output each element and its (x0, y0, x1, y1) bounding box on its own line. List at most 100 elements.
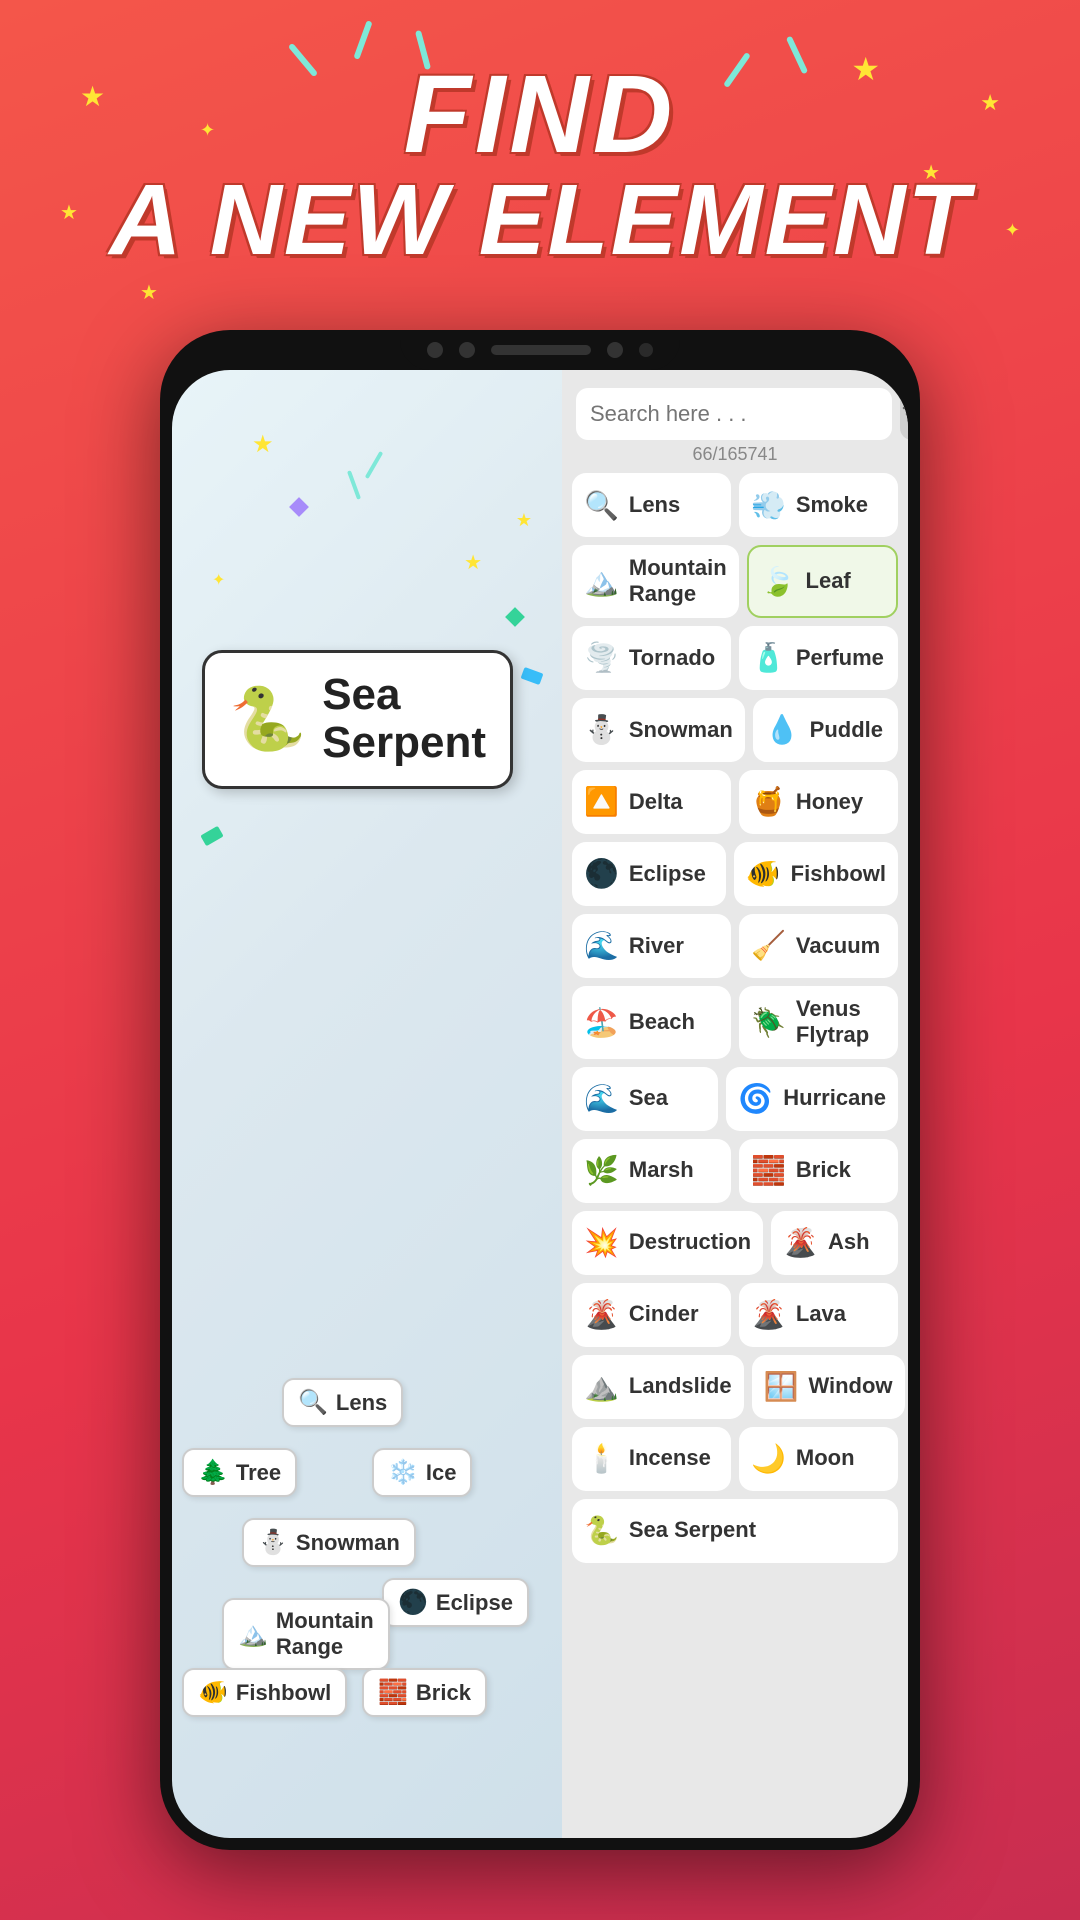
search-bar (576, 388, 894, 440)
panel-star: ★ (464, 550, 482, 575)
elem-name: River (629, 933, 684, 959)
node-snowman[interactable]: ⛄ Snowman (242, 1518, 416, 1567)
element-row: 🌿Marsh🧱Brick (572, 1139, 898, 1203)
elem-name: Mountain Range (629, 555, 727, 608)
element-item[interactable]: 🔼Delta (572, 770, 731, 834)
node-snowman-label: Snowman (296, 1530, 400, 1556)
elem-emoji: 🌋 (584, 1298, 619, 1331)
elem-name: Landslide (629, 1373, 732, 1399)
node-mountain-label: MountainRange (276, 1608, 374, 1660)
panel-star: ★ (252, 430, 274, 459)
element-item[interactable]: 🔍Lens (572, 473, 731, 537)
node-fishbowl-label: Fishbowl (236, 1680, 331, 1706)
game-area: ★ ★ ✦ ★ 🐍 SeaSerpent 🔍 Lens (172, 370, 562, 1838)
eclipse-icon: 🌑 (398, 1588, 428, 1617)
elem-emoji: 🍃 (761, 565, 796, 598)
elem-name: Window (808, 1373, 892, 1399)
elem-emoji: 💨 (751, 489, 786, 522)
ice-icon: ❄️ (388, 1458, 418, 1487)
node-lens[interactable]: 🔍 Lens (282, 1378, 403, 1427)
element-item[interactable]: 💧 Puddle (753, 698, 898, 762)
elem-emoji: 🕯️ (584, 1442, 619, 1475)
element-item[interactable]: 🌊Sea (572, 1067, 718, 1131)
element-item[interactable]: 🍯Honey (739, 770, 898, 834)
element-item[interactable]: 🌿Marsh (572, 1139, 731, 1203)
element-row: ⛰️Landslide 🪟 Window (572, 1355, 898, 1419)
panel-star: ✦ (212, 570, 225, 590)
node-mountain-range[interactable]: 🏔️ MountainRange (222, 1598, 390, 1670)
node-brick[interactable]: 🧱 Brick (362, 1668, 487, 1717)
element-item[interactable]: 🌋Lava (739, 1283, 898, 1347)
elem-name: Cinder (629, 1301, 699, 1327)
search-input[interactable] (576, 388, 892, 440)
elem-name: Hurricane (783, 1085, 886, 1111)
node-tree[interactable]: 🌲 Tree (182, 1448, 297, 1497)
element-item[interactable]: 🕯️Incense (572, 1427, 731, 1491)
element-item[interactable]: 🧱Brick (739, 1139, 898, 1203)
node-fishbowl[interactable]: 🐠 Fishbowl (182, 1668, 347, 1717)
element-item[interactable]: ⛰️Landslide (572, 1355, 744, 1419)
elem-emoji: 🧱 (751, 1154, 786, 1187)
fishbowl-icon: 🐠 (198, 1678, 228, 1707)
elements-list[interactable]: 🔍Lens💨Smoke🏔️Mountain Range🍃Leaf🌪️Tornad… (562, 473, 908, 1838)
gem-deco (289, 497, 309, 517)
elem-name: Moon (796, 1445, 855, 1471)
elem-emoji: 🐍 (584, 1514, 619, 1547)
elem-emoji: 🌀 (738, 1082, 773, 1115)
elem-emoji: 💧 (765, 713, 800, 746)
node-ice-label: Ice (426, 1460, 457, 1486)
element-item[interactable]: 🧹Vacuum (739, 914, 898, 978)
node-eclipse[interactable]: 🌑 Eclipse (382, 1578, 529, 1627)
elem-emoji: 🧴 (751, 641, 786, 674)
elem-name: Puddle (810, 717, 883, 743)
elem-name: Sea Serpent (629, 1517, 756, 1543)
element-item[interactable]: 🌑Eclipse (572, 842, 726, 906)
elem-name: Snowman (629, 717, 733, 743)
element-item[interactable]: 🐠Fishbowl (734, 842, 898, 906)
filter-button[interactable] (900, 388, 908, 440)
element-item[interactable]: 🏔️Mountain Range (572, 545, 739, 618)
element-item[interactable]: 🌋 Cinder (572, 1283, 731, 1347)
discovery-popup: 🐍 SeaSerpent (202, 650, 513, 789)
element-item[interactable]: 🍃Leaf (747, 545, 898, 618)
spark-deco (353, 20, 372, 60)
element-item[interactable]: 🌊River (572, 914, 731, 978)
elem-name: Tornado (629, 645, 715, 671)
mountain-icon: 🏔️ (238, 1620, 268, 1649)
element-item[interactable]: 🌀 Hurricane (726, 1067, 898, 1131)
element-row: 💥Destruction🌋Ash (572, 1211, 898, 1275)
node-ice[interactable]: ❄️ Ice (372, 1448, 472, 1497)
element-item[interactable]: ⛄ Snowman (572, 698, 745, 762)
phone-screen: ★ ★ ✦ ★ 🐍 SeaSerpent 🔍 Lens (172, 370, 908, 1838)
elem-name: Destruction (629, 1229, 751, 1255)
discovery-name: SeaSerpent (322, 671, 486, 768)
element-item[interactable]: 💨Smoke (739, 473, 898, 537)
elem-name: Honey (796, 789, 863, 815)
node-eclipse-label: Eclipse (436, 1590, 513, 1616)
element-item[interactable]: 🌋Ash (771, 1211, 898, 1275)
elem-emoji: 🪲 (751, 1006, 786, 1039)
element-row: 🏖️Beach🪲Venus Flytrap (572, 986, 898, 1059)
elem-emoji: 🪟 (764, 1370, 799, 1403)
element-item[interactable]: 🐍 Sea Serpent (572, 1499, 898, 1563)
elem-emoji: ⛄ (584, 713, 619, 746)
element-item[interactable]: 🧴Perfume (739, 626, 898, 690)
gem-green-deco (505, 607, 525, 627)
element-item[interactable]: 🌪️Tornado (572, 626, 731, 690)
brick-icon: 🧱 (378, 1678, 408, 1707)
element-row: 🌑Eclipse🐠Fishbowl (572, 842, 898, 906)
element-item[interactable]: 🪲Venus Flytrap (739, 986, 898, 1059)
element-item[interactable]: 🌙 Moon (739, 1427, 898, 1491)
snowman-icon: ⛄ (258, 1528, 288, 1557)
element-row: 🌊Sea 🌀 Hurricane (572, 1067, 898, 1131)
elem-name: Marsh (629, 1157, 694, 1183)
elem-emoji: 🌙 (751, 1442, 786, 1475)
title-line1: FIND (0, 60, 1080, 170)
element-item[interactable]: 🏖️Beach (572, 986, 731, 1059)
element-item[interactable]: 💥Destruction (572, 1211, 763, 1275)
phone-notch (400, 330, 680, 370)
camera-dot (427, 342, 443, 358)
node-tree-label: Tree (236, 1460, 281, 1486)
element-row: 🕯️Incense 🌙 Moon (572, 1427, 898, 1491)
element-item[interactable]: 🪟 Window (752, 1355, 905, 1419)
